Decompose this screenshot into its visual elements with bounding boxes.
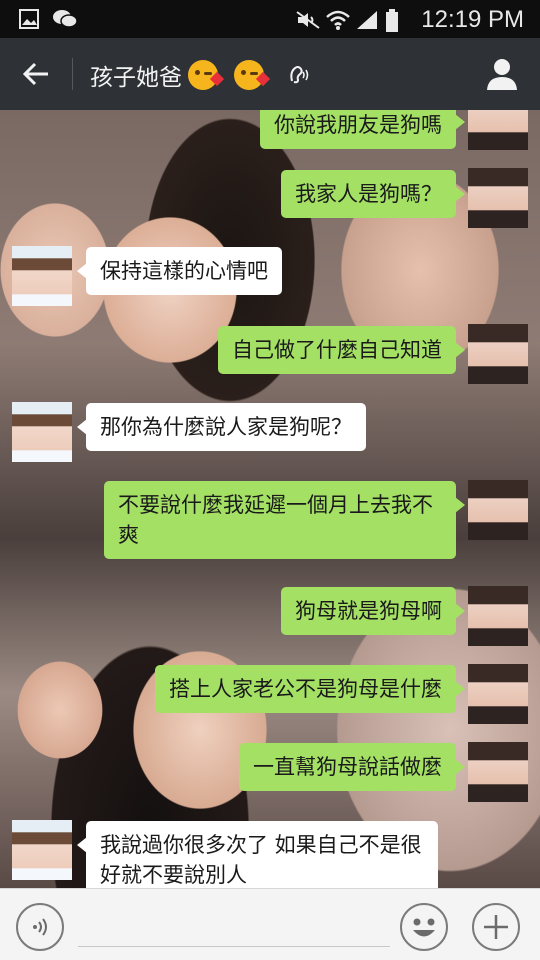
- avatar-self[interactable]: [468, 324, 528, 384]
- back-button[interactable]: [14, 54, 58, 94]
- avatar-self[interactable]: [468, 110, 528, 150]
- wifi-icon: [325, 9, 351, 31]
- message-bubble-self[interactable]: 你說我朋友是狗嗎: [260, 110, 465, 149]
- gallery-icon: [18, 8, 40, 30]
- wechat-icon: [52, 8, 78, 30]
- avatar-other[interactable]: [12, 402, 72, 462]
- chat-title-group: 孩子她爸: [90, 58, 310, 92]
- kissing-heart-emoji-icon: [234, 60, 271, 90]
- smiley-icon: [413, 918, 435, 937]
- chat-info-button[interactable]: [484, 56, 520, 92]
- avatar-self[interactable]: [468, 664, 528, 724]
- message-bubble-self[interactable]: 自己做了什麼自己知道: [218, 326, 465, 374]
- avatar-other[interactable]: [12, 820, 72, 880]
- message-bubble-other[interactable]: 保持這樣的心情吧: [77, 247, 282, 295]
- voice-input-button[interactable]: [16, 903, 64, 951]
- message-bubble-other[interactable]: 我說過你很多次了 如果自己不是很好就不要說別人: [77, 821, 438, 888]
- message-bubble-self[interactable]: 一直幫狗母說話做麼: [239, 743, 465, 791]
- more-button[interactable]: [472, 903, 520, 951]
- header-divider: [72, 58, 73, 90]
- chat-title: 孩子她爸: [90, 65, 182, 91]
- person-icon: [487, 59, 517, 90]
- avatar-self[interactable]: [468, 168, 528, 228]
- battery-icon: [385, 9, 407, 32]
- input-bar: [0, 888, 540, 960]
- chat-header: 孩子她爸: [0, 38, 540, 110]
- emoji-button[interactable]: [400, 903, 448, 951]
- signal-icon: [355, 9, 378, 31]
- avatar-self[interactable]: [468, 742, 528, 802]
- avatar-self[interactable]: [468, 586, 528, 646]
- message-bubble-self[interactable]: 我家人是狗嗎？: [281, 170, 465, 218]
- earpiece-icon: [290, 66, 309, 84]
- message-bubble-other[interactable]: 那你為什麼說人家是狗呢？: [77, 403, 366, 451]
- message-bubble-self[interactable]: 狗母就是狗母啊: [281, 587, 465, 635]
- clock: 12:19 PM: [421, 6, 524, 33]
- mute-icon: [295, 9, 320, 31]
- message-bubble-self[interactable]: 不要說什麼我延遲一個月上去我不爽: [104, 481, 465, 559]
- chat-area[interactable]: 你說我朋友是狗嗎 我家人是狗嗎？ 保持這樣的心情吧 自己做了什麼自己知道 那你為…: [0, 110, 540, 888]
- avatar-self[interactable]: [468, 480, 528, 540]
- back-arrow-icon: [22, 62, 48, 86]
- kissing-heart-emoji-icon: [188, 60, 225, 90]
- message-bubble-self[interactable]: 搭上人家老公不是狗母是什麼: [155, 665, 465, 713]
- status-bar: 12:19 PM: [0, 0, 540, 38]
- plus-icon: [484, 915, 508, 939]
- avatar-other[interactable]: [12, 246, 72, 306]
- voice-icon: [33, 918, 47, 936]
- message-input[interactable]: [78, 907, 390, 947]
